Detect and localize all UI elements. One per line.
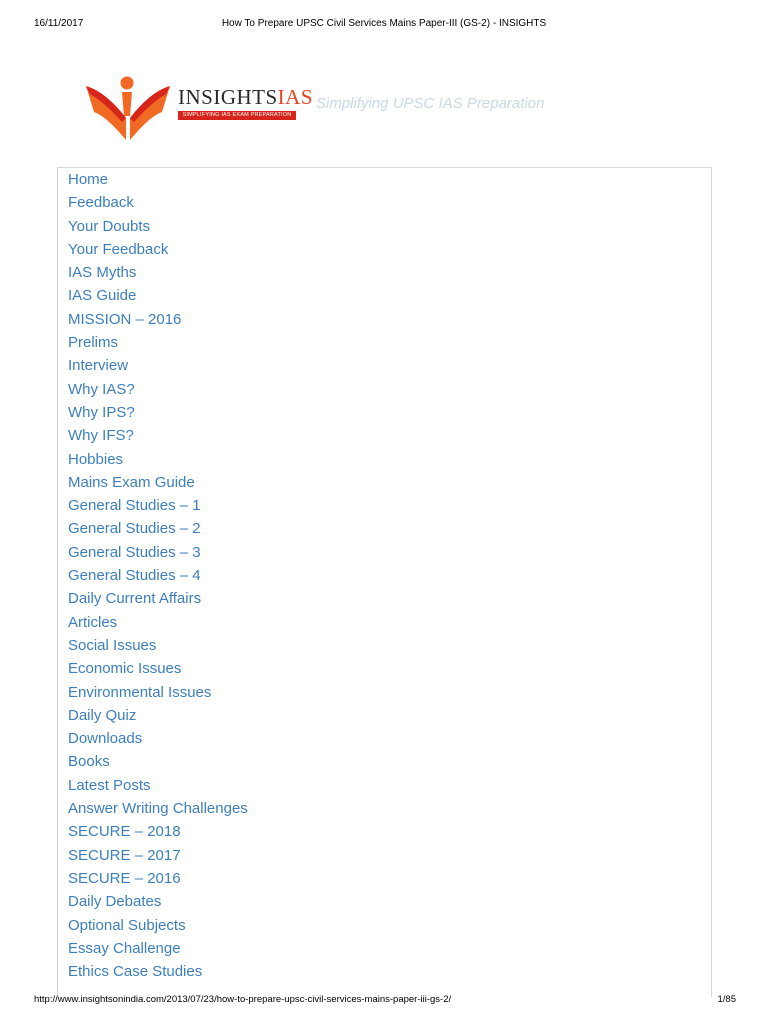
nav-link-ethics-case-studies[interactable]: Ethics Case Studies [68,960,248,983]
nav-link-secure-2018[interactable]: SECURE – 2018 [68,820,248,843]
nav-link-latest-posts[interactable]: Latest Posts [68,774,248,797]
nav-link-general-studies-3[interactable]: General Studies – 3 [68,541,248,564]
nav-link-prelims[interactable]: Prelims [68,331,248,354]
nav-menu: Home Feedback Your Doubts Your Feedback IAS … [57,167,712,997]
nav-link-books[interactable]: Books [68,750,248,773]
nav-link-your-doubts[interactable]: Your Doubts [68,215,248,238]
nav-link-why-ias[interactable]: Why IAS? [68,378,248,401]
nav-link-economic-issues[interactable]: Economic Issues [68,657,248,680]
nav-link-general-studies-2[interactable]: General Studies – 2 [68,517,248,540]
nav-link-interview[interactable]: Interview [68,354,248,377]
nav-link-why-ifs[interactable]: Why IFS? [68,424,248,447]
nav-link-daily-quiz[interactable]: Daily Quiz [68,704,248,727]
print-url: http://www.insightsonindia.com/2013/07/2… [34,994,452,1005]
nav-link-environmental-issues[interactable]: Environmental Issues [68,681,248,704]
nav-link-ias-myths[interactable]: IAS Myths [68,261,248,284]
logo-name-accent: IAS [277,85,314,109]
nav-link-secure-2017[interactable]: SECURE – 2017 [68,844,248,867]
print-page-number: 1/85 [717,994,737,1005]
nav-link-social-issues[interactable]: Social Issues [68,634,248,657]
nav-link-feedback[interactable]: Feedback [68,191,248,214]
nav-link-downloads[interactable]: Downloads [68,727,248,750]
logo-banner: SIMPLIFYING IAS EXAM PREPARATION [178,111,296,120]
nav-link-your-feedback[interactable]: Your Feedback [68,238,248,261]
logo-wordmark: INSIGHTSIAS [178,85,313,109]
nav-link-secure-2016[interactable]: SECURE – 2016 [68,867,248,890]
print-page-title: How To Prepare UPSC Civil Services Mains… [221,18,547,29]
nav-menu-list: Home Feedback Your Doubts Your Feedback IAS … [68,168,248,983]
nav-link-why-ips[interactable]: Why IPS? [68,401,248,424]
nav-link-ias-guide[interactable]: IAS Guide [68,284,248,307]
nav-link-daily-debates[interactable]: Daily Debates [68,890,248,913]
nav-link-general-studies-4[interactable]: General Studies – 4 [68,564,248,587]
site-logo[interactable]: INSIGHTSIAS SIMPLIFYING IAS EXAM PREPARA… [84,76,314,142]
nav-link-optional-subjects[interactable]: Optional Subjects [68,914,248,937]
nav-link-hobbies[interactable]: Hobbies [68,448,248,471]
nav-link-articles[interactable]: Articles [68,611,248,634]
nav-link-general-studies-1[interactable]: General Studies – 1 [68,494,248,517]
nav-link-mission-2016[interactable]: MISSION – 2016 [68,308,248,331]
nav-link-daily-current-affairs[interactable]: Daily Current Affairs [68,587,248,610]
print-footer: http://www.insightsonindia.com/2013/07/2… [0,993,768,1007]
nav-link-answer-writing-challenges[interactable]: Answer Writing Challenges [68,797,248,820]
site-tagline: Simplifying UPSC IAS Preparation [316,95,545,112]
logo-name-main: INSIGHTS [178,85,278,109]
person-reading-book-icon [86,76,170,140]
print-header: 16/11/2017 How To Prepare UPSC Civil Ser… [0,17,768,31]
nav-link-mains-exam-guide[interactable]: Mains Exam Guide [68,471,248,494]
nav-link-home[interactable]: Home [68,168,248,191]
nav-link-essay-challenge[interactable]: Essay Challenge [68,937,248,960]
